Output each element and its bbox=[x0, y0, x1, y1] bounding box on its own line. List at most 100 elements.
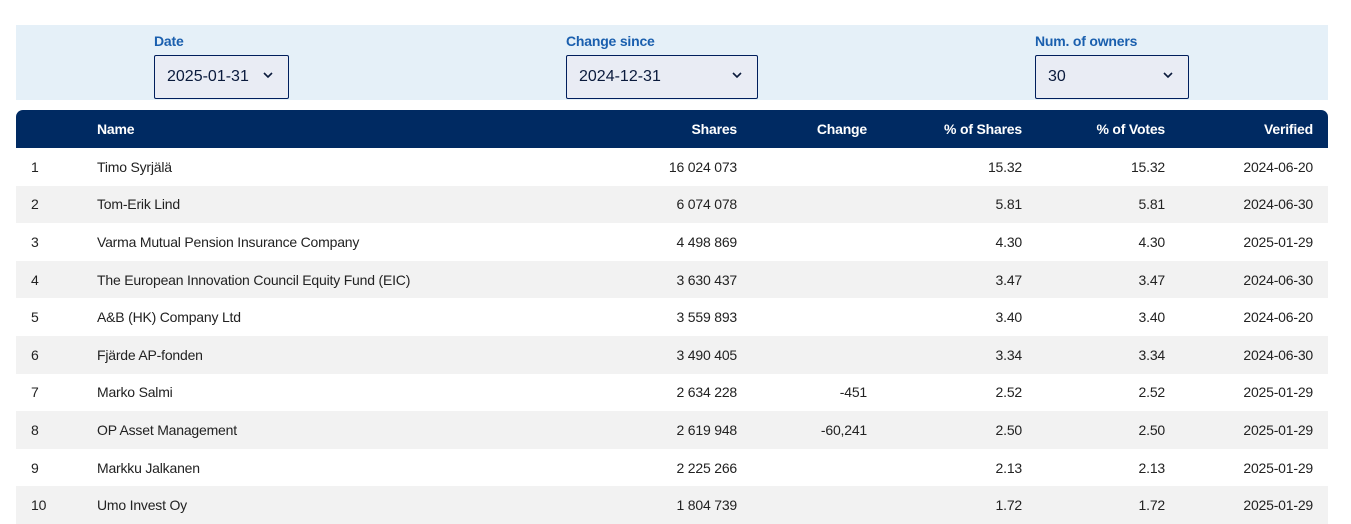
filter-bar: Date 2025-01-31 Change since 2024-12-31 … bbox=[16, 25, 1328, 100]
num-owners-select-value: 30 bbox=[1048, 68, 1066, 85]
shares-cell: 2 225 266 bbox=[676, 459, 738, 476]
pct-votes-cell: 3.34 bbox=[1022, 335, 1165, 374]
shareholders-table: Name Shares Change % of Shares % of Vote… bbox=[16, 110, 1328, 524]
num-owners-label: Num. of owners bbox=[1035, 33, 1138, 49]
rank-cell: 6 bbox=[16, 335, 97, 374]
shares-cell: 4 498 869 bbox=[676, 233, 738, 250]
change-cell bbox=[737, 298, 867, 336]
change-since-select[interactable]: 2024-12-31 bbox=[566, 55, 758, 99]
shareholders-widget: Date 2025-01-31 Change since 2024-12-31 … bbox=[16, 25, 1328, 524]
shares-cell: 2 619 948 bbox=[547, 411, 737, 449]
name-cell: A&B (HK) Company Ltd bbox=[97, 309, 241, 326]
rank-column-header[interactable] bbox=[16, 110, 97, 148]
verified-cell: 2025-01-29 bbox=[1165, 411, 1328, 449]
table-row: 2 Tom-Erik Lind 6 074 078 5.81 5.81 2024… bbox=[16, 185, 1328, 224]
pct-shares-cell: 3.47 bbox=[867, 260, 1022, 299]
rank-cell: 10 bbox=[16, 486, 97, 524]
pct-votes-cell: 5.81 bbox=[1022, 185, 1165, 224]
verified-cell: 2024-06-30 bbox=[1165, 335, 1328, 374]
rank-cell: 7 bbox=[31, 384, 39, 401]
name-column-header[interactable]: Name bbox=[97, 110, 547, 148]
table-row: 7 Marko Salmi 2 634 228 -451 2.52 2.52 2… bbox=[16, 374, 1328, 412]
pct-shares-cell: 2.52 bbox=[995, 384, 1023, 401]
shares-cell: 16 024 073 bbox=[668, 158, 737, 175]
verified-cell: 2025-01-29 bbox=[1243, 459, 1313, 476]
table-row: 4 The European Innovation Council Equity… bbox=[16, 260, 1328, 299]
verified-cell: 2025-01-29 bbox=[1243, 233, 1313, 250]
verified-cell: 2024-06-30 bbox=[1165, 185, 1328, 224]
pct-shares-cell: 4.30 bbox=[995, 233, 1023, 250]
pct-votes-cell: 15.32 bbox=[1130, 158, 1165, 175]
pct-shares-cell: 3.40 bbox=[995, 309, 1023, 326]
name-cell: Timo Syrjälä bbox=[97, 158, 172, 175]
pct-votes-cell: 2.52 bbox=[1138, 384, 1166, 401]
date-select[interactable]: 2025-01-31 bbox=[154, 55, 289, 99]
table-row: 9 Markku Jalkanen 2 225 266 2.13 2.13 20… bbox=[16, 449, 1328, 487]
verified-cell: 2024-06-20 bbox=[1243, 309, 1313, 326]
pct-votes-column-header[interactable]: % of Votes bbox=[1022, 110, 1165, 148]
rank-cell: 8 bbox=[16, 411, 97, 449]
verified-column-header[interactable]: Verified bbox=[1165, 110, 1328, 148]
num-owners-filter: Num. of owners 30 bbox=[1035, 33, 1189, 99]
date-select-value: 2025-01-31 bbox=[167, 68, 249, 85]
pct-votes-cell: 1.72 bbox=[1022, 486, 1165, 524]
pct-shares-cell: 2.13 bbox=[995, 459, 1023, 476]
shares-column-header[interactable]: Shares bbox=[547, 110, 737, 148]
date-filter: Date 2025-01-31 bbox=[154, 33, 289, 99]
change-cell bbox=[737, 148, 867, 186]
num-owners-select[interactable]: 30 bbox=[1035, 55, 1189, 99]
table-row: 8 OP Asset Management 2 619 948 -60,241 … bbox=[16, 411, 1328, 449]
change-cell bbox=[737, 449, 867, 487]
change-cell bbox=[737, 260, 867, 299]
shares-cell: 6 074 078 bbox=[547, 185, 737, 224]
change-cell: -60,241 bbox=[737, 411, 867, 449]
pct-votes-cell: 4.30 bbox=[1138, 233, 1166, 250]
shares-cell: 2 634 228 bbox=[676, 384, 738, 401]
change-column-header[interactable]: Change bbox=[737, 110, 867, 148]
rank-cell: 5 bbox=[31, 309, 39, 326]
date-label: Date bbox=[154, 33, 184, 49]
change-since-filter: Change since 2024-12-31 bbox=[566, 33, 758, 99]
pct-shares-cell: 5.81 bbox=[867, 185, 1022, 224]
table-row: 6 Fjärde AP-fonden 3 490 405 3.34 3.34 2… bbox=[16, 335, 1328, 374]
table-row: 10 Umo Invest Oy 1 804 739 1.72 1.72 202… bbox=[16, 486, 1328, 524]
change-cell bbox=[737, 223, 867, 261]
pct-votes-cell: 2.50 bbox=[1022, 411, 1165, 449]
table-header-row: Name Shares Change % of Shares % of Vote… bbox=[16, 110, 1328, 148]
change-since-label: Change since bbox=[566, 33, 655, 49]
change-cell bbox=[737, 486, 867, 524]
chevron-down-icon bbox=[1162, 69, 1174, 81]
pct-shares-column-header[interactable]: % of Shares bbox=[867, 110, 1022, 148]
name-cell: Markku Jalkanen bbox=[97, 459, 200, 476]
rank-cell: 4 bbox=[16, 260, 97, 299]
change-since-select-value: 2024-12-31 bbox=[579, 68, 661, 85]
pct-shares-cell: 15.32 bbox=[987, 158, 1022, 175]
shares-cell: 3 559 893 bbox=[676, 309, 738, 326]
change-cell bbox=[737, 335, 867, 374]
name-cell: Umo Invest Oy bbox=[97, 486, 547, 524]
pct-votes-cell: 2.13 bbox=[1138, 459, 1166, 476]
pct-votes-cell: 3.47 bbox=[1022, 260, 1165, 299]
name-cell: Varma Mutual Pension Insurance Company bbox=[97, 233, 360, 250]
verified-cell: 2024-06-30 bbox=[1165, 260, 1328, 299]
name-cell: Fjärde AP-fonden bbox=[97, 335, 547, 374]
rank-cell: 2 bbox=[16, 185, 97, 224]
change-cell bbox=[737, 185, 867, 224]
chevron-down-icon bbox=[731, 69, 743, 81]
shares-cell: 3 490 405 bbox=[547, 335, 737, 374]
rank-cell: 9 bbox=[31, 459, 39, 476]
rank-cell: 3 bbox=[31, 233, 39, 250]
name-cell: Tom-Erik Lind bbox=[97, 185, 547, 224]
shares-cell: 3 630 437 bbox=[547, 260, 737, 299]
verified-cell: 2025-01-29 bbox=[1243, 384, 1313, 401]
pct-shares-cell: 3.34 bbox=[867, 335, 1022, 374]
name-cell: Marko Salmi bbox=[97, 384, 173, 401]
change-cell: -451 bbox=[839, 384, 867, 401]
pct-shares-cell: 1.72 bbox=[867, 486, 1022, 524]
table-row: 1 Timo Syrjälä 16 024 073 15.32 15.32 20… bbox=[16, 148, 1328, 186]
table-row: 5 A&B (HK) Company Ltd 3 559 893 3.40 3.… bbox=[16, 298, 1328, 336]
pct-votes-cell: 3.40 bbox=[1138, 309, 1166, 326]
verified-cell: 2025-01-29 bbox=[1165, 486, 1328, 524]
rank-cell: 1 bbox=[31, 158, 39, 175]
name-cell: The European Innovation Council Equity F… bbox=[97, 260, 547, 299]
